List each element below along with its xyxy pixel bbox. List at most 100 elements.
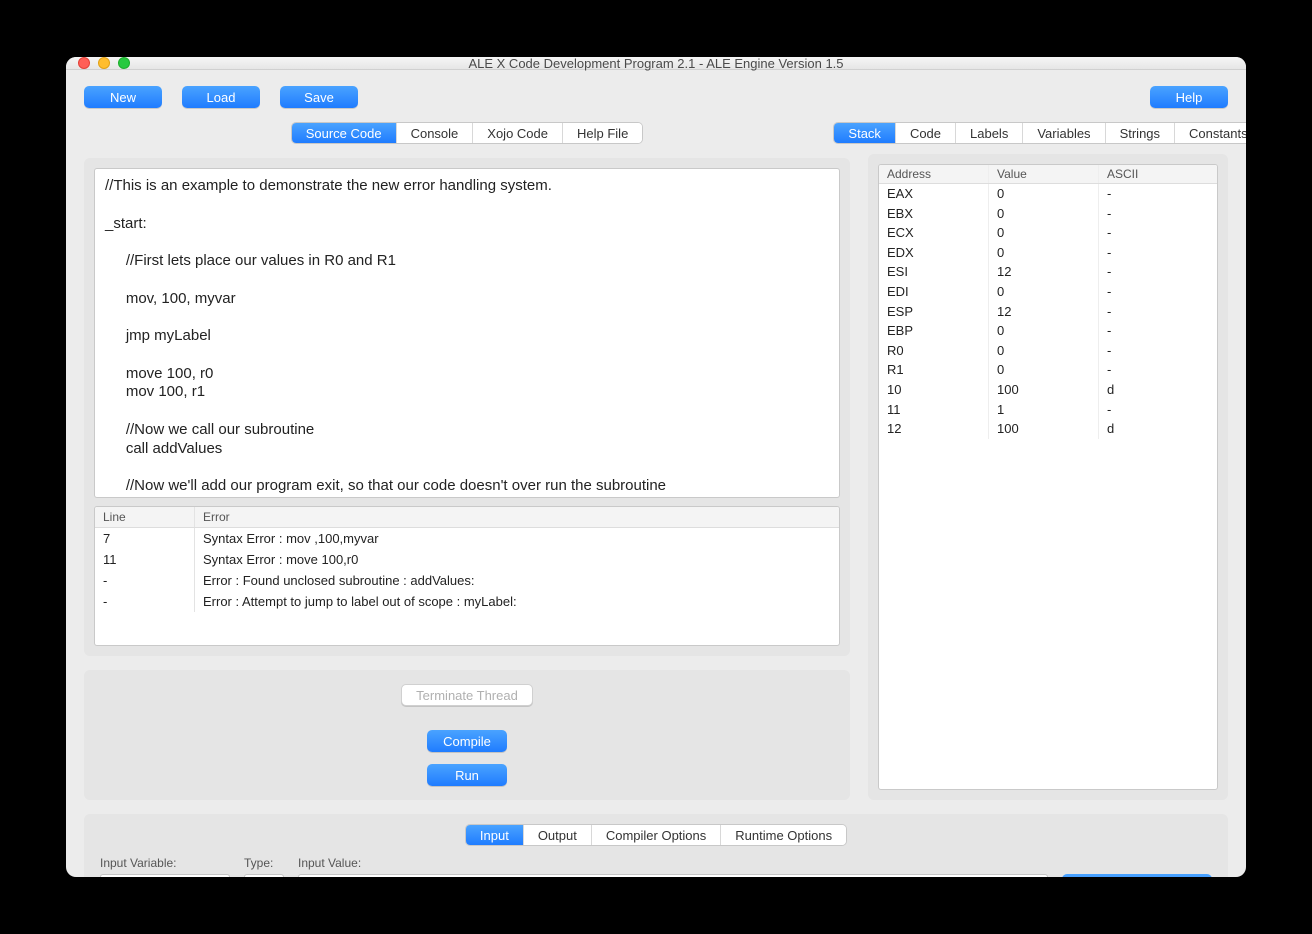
- input-row: Input Variable: Type: Input Value: Clear…: [100, 856, 1212, 877]
- left-column: Source CodeConsoleXojo CodeHelp File //T…: [84, 122, 850, 800]
- stack-row[interactable]: 111-: [879, 400, 1217, 420]
- stack-address: ESP: [879, 302, 989, 322]
- stack-address: EBX: [879, 204, 989, 224]
- stack-address: R1: [879, 360, 989, 380]
- load-button[interactable]: Load: [182, 86, 260, 108]
- stack-row[interactable]: 10100d: [879, 380, 1217, 400]
- stack-row[interactable]: ESP12-: [879, 302, 1217, 322]
- tab-compiler-options[interactable]: Compiler Options: [592, 825, 721, 845]
- tab-constants[interactable]: Constants: [1175, 123, 1246, 143]
- stack-ascii: -: [1099, 243, 1217, 263]
- tab-help-file[interactable]: Help File: [563, 123, 642, 143]
- tab-labels[interactable]: Labels: [956, 123, 1023, 143]
- error-row[interactable]: 11Syntax Error : move 100,r0: [95, 549, 839, 570]
- input-value-field[interactable]: [298, 874, 1048, 877]
- stack-ascii: -: [1099, 302, 1217, 322]
- tab-code[interactable]: Code: [896, 123, 956, 143]
- stack-ascii: -: [1099, 321, 1217, 341]
- stack-row[interactable]: EBP0-: [879, 321, 1217, 341]
- stack-ascii: d: [1099, 380, 1217, 400]
- stack-ascii: -: [1099, 204, 1217, 224]
- help-button[interactable]: Help: [1150, 86, 1228, 108]
- stack-header-address: Address: [879, 165, 989, 183]
- tab-xojo-code[interactable]: Xojo Code: [473, 123, 563, 143]
- stack-row[interactable]: ESI12-: [879, 262, 1217, 282]
- input-type-field[interactable]: [244, 874, 284, 877]
- error-row[interactable]: -Error : Found unclosed subroutine : add…: [95, 570, 839, 591]
- bottom-panel: InputOutputCompiler OptionsRuntime Optio…: [84, 814, 1228, 877]
- stack-row[interactable]: 12100d: [879, 419, 1217, 439]
- stack-value: 12: [989, 262, 1099, 282]
- stack-value: 100: [989, 419, 1099, 439]
- input-value-label: Input Value:: [298, 856, 1048, 870]
- stack-value: 100: [989, 380, 1099, 400]
- error-message: Error : Found unclosed subroutine : addV…: [195, 570, 839, 591]
- stack-value: 0: [989, 321, 1099, 341]
- compile-button[interactable]: Compile: [427, 730, 507, 752]
- errors-header-line: Line: [95, 507, 195, 527]
- tab-console[interactable]: Console: [397, 123, 474, 143]
- clear-input-button[interactable]: Clear Input: [1062, 874, 1212, 877]
- stack-row[interactable]: EAX0-: [879, 184, 1217, 204]
- stack-ascii: -: [1099, 360, 1217, 380]
- tab-strings[interactable]: Strings: [1106, 123, 1175, 143]
- tab-stack[interactable]: Stack: [834, 123, 896, 143]
- stack-ascii: -: [1099, 262, 1217, 282]
- stack-header-value: Value: [989, 165, 1099, 183]
- tab-variables[interactable]: Variables: [1023, 123, 1105, 143]
- right-column: StackCodeLabelsVariablesStringsConstants…: [868, 122, 1228, 800]
- toolbar: New Load Save Help: [84, 86, 1228, 108]
- input-variable-field[interactable]: [100, 874, 230, 877]
- stack-value: 0: [989, 243, 1099, 263]
- tab-source-code[interactable]: Source Code: [292, 123, 397, 143]
- error-row[interactable]: 7Syntax Error : mov ,100,myvar: [95, 528, 839, 549]
- input-type-label: Type:: [244, 856, 284, 870]
- error-message: Error : Attempt to jump to label out of …: [195, 591, 839, 612]
- stack-row[interactable]: R10-: [879, 360, 1217, 380]
- stack-row[interactable]: EDI0-: [879, 282, 1217, 302]
- stack-address: EAX: [879, 184, 989, 204]
- stack-value: 0: [989, 360, 1099, 380]
- stack-ascii: -: [1099, 223, 1217, 243]
- errors-header-error: Error: [195, 507, 839, 527]
- tab-output[interactable]: Output: [524, 825, 592, 845]
- app-window: ALE X Code Development Program 2.1 - ALE…: [66, 57, 1246, 877]
- stack-row[interactable]: EBX0-: [879, 204, 1217, 224]
- tab-runtime-options[interactable]: Runtime Options: [721, 825, 846, 845]
- stack-value: 0: [989, 223, 1099, 243]
- titlebar: ALE X Code Development Program 2.1 - ALE…: [66, 57, 1246, 70]
- terminate-thread-button: Terminate Thread: [401, 684, 533, 706]
- tab-input[interactable]: Input: [466, 825, 524, 845]
- stack-value: 0: [989, 341, 1099, 361]
- stack-value: 0: [989, 184, 1099, 204]
- stack-row[interactable]: R00-: [879, 341, 1217, 361]
- stack-address: EBP: [879, 321, 989, 341]
- stack-panel: Address Value ASCII EAX0-EBX0-ECX0-EDX0-…: [868, 154, 1228, 800]
- left-tabbar: Source CodeConsoleXojo CodeHelp File: [291, 122, 644, 144]
- new-button[interactable]: New: [84, 86, 162, 108]
- stack-address: R0: [879, 341, 989, 361]
- main-columns: Source CodeConsoleXojo CodeHelp File //T…: [84, 122, 1228, 800]
- error-line: 7: [95, 528, 195, 549]
- save-button[interactable]: Save: [280, 86, 358, 108]
- stack-address: ECX: [879, 223, 989, 243]
- stack-row[interactable]: EDX0-: [879, 243, 1217, 263]
- stack-row[interactable]: ECX0-: [879, 223, 1217, 243]
- code-panel: //This is an example to demonstrate the …: [84, 158, 850, 656]
- stack-ascii: -: [1099, 341, 1217, 361]
- stack-ascii: d: [1099, 419, 1217, 439]
- stack-value: 1: [989, 400, 1099, 420]
- error-row[interactable]: -Error : Attempt to jump to label out of…: [95, 591, 839, 612]
- run-button[interactable]: Run: [427, 764, 507, 786]
- window-title: ALE X Code Development Program 2.1 - ALE…: [66, 57, 1246, 71]
- error-message: Syntax Error : mov ,100,myvar: [195, 528, 839, 549]
- action-panel: Terminate Thread Compile Run: [84, 670, 850, 800]
- error-line: -: [95, 570, 195, 591]
- error-message: Syntax Error : move 100,r0: [195, 549, 839, 570]
- stack-ascii: -: [1099, 282, 1217, 302]
- stack-value: 12: [989, 302, 1099, 322]
- source-code-editor[interactable]: //This is an example to demonstrate the …: [94, 168, 840, 498]
- stack-address: 11: [879, 400, 989, 420]
- stack-ascii: -: [1099, 184, 1217, 204]
- stack-address: ESI: [879, 262, 989, 282]
